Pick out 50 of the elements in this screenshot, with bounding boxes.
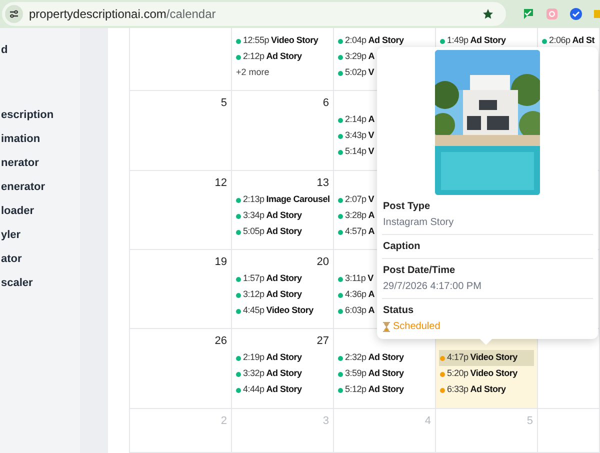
event-text: 2:13p Image Carousel [243, 193, 330, 206]
day-number: 5 [220, 97, 228, 110]
field-label: Caption [383, 240, 422, 253]
event-text: 3:28p A [345, 209, 375, 222]
event-text: 3:34p Ad Story [243, 209, 302, 222]
event-text: 1:57p Ad Story [243, 272, 302, 286]
event-text: 4:36p A [345, 288, 375, 302]
event-text: 5:14p V [345, 145, 374, 158]
event-text: 2:06p Ad St [549, 34, 595, 48]
field-label: Status [383, 304, 415, 317]
field-label: Post Date/Time [383, 264, 456, 277]
event-text: 2:04p Ad Story [345, 34, 404, 48]
day-number: 12 [214, 177, 228, 190]
event-text: 3:29p A [345, 50, 375, 64]
event-text: 3:11p V [345, 272, 374, 286]
event-text: 3:59p Ad Story [345, 367, 404, 380]
field-value: Instagram Story [383, 216, 455, 229]
day-number: 6 [322, 97, 330, 110]
event-text: 2:14p A [345, 113, 375, 126]
day-number: 26 [214, 335, 228, 348]
event-text: 5:05p Ad Story [243, 225, 302, 238]
day-number: 3 [322, 415, 330, 428]
day-number: 20 [316, 256, 330, 269]
day-number: 27 [316, 335, 330, 348]
day-number: 5 [526, 415, 534, 428]
event-text: 5:02p V [345, 66, 374, 80]
event-text: 6:33p Ad Story [447, 383, 506, 396]
day-number: 13 [316, 177, 330, 190]
event-text: 2:32p Ad Story [345, 351, 404, 364]
event-text: 3:43p V [345, 129, 374, 142]
event-text: 2:12p Ad Story [243, 50, 302, 64]
event-text: 5:20p Video Story [447, 367, 518, 380]
event-text: 2:19p Ad Story [243, 351, 302, 364]
event-text: 12:55p Video Story [243, 34, 318, 48]
day-number: 4 [424, 415, 432, 428]
event-text: 4:45p Video Story [243, 304, 314, 318]
event-text: 3:12p Ad Story [243, 288, 302, 302]
event-text: 5:12p Ad Story [345, 383, 404, 396]
event-text: 4:17p Video Story [447, 351, 518, 364]
day-number: 2 [220, 415, 228, 428]
field-value: 29/7/2026 4:17:00 PM [383, 280, 482, 293]
status-value: Scheduled [383, 320, 592, 333]
event-text: 1:49p Ad Story [447, 34, 506, 48]
event-text: 4:44p Ad Story [243, 383, 302, 396]
event-text: 4:57p A [345, 225, 375, 238]
day-number: 19 [214, 256, 228, 269]
field-label: Post Type [383, 200, 432, 213]
event-text: 2:07p V [345, 193, 374, 206]
event-text: 6:03p A [345, 304, 375, 318]
event-text: 3:32p Ad Story [243, 367, 302, 380]
